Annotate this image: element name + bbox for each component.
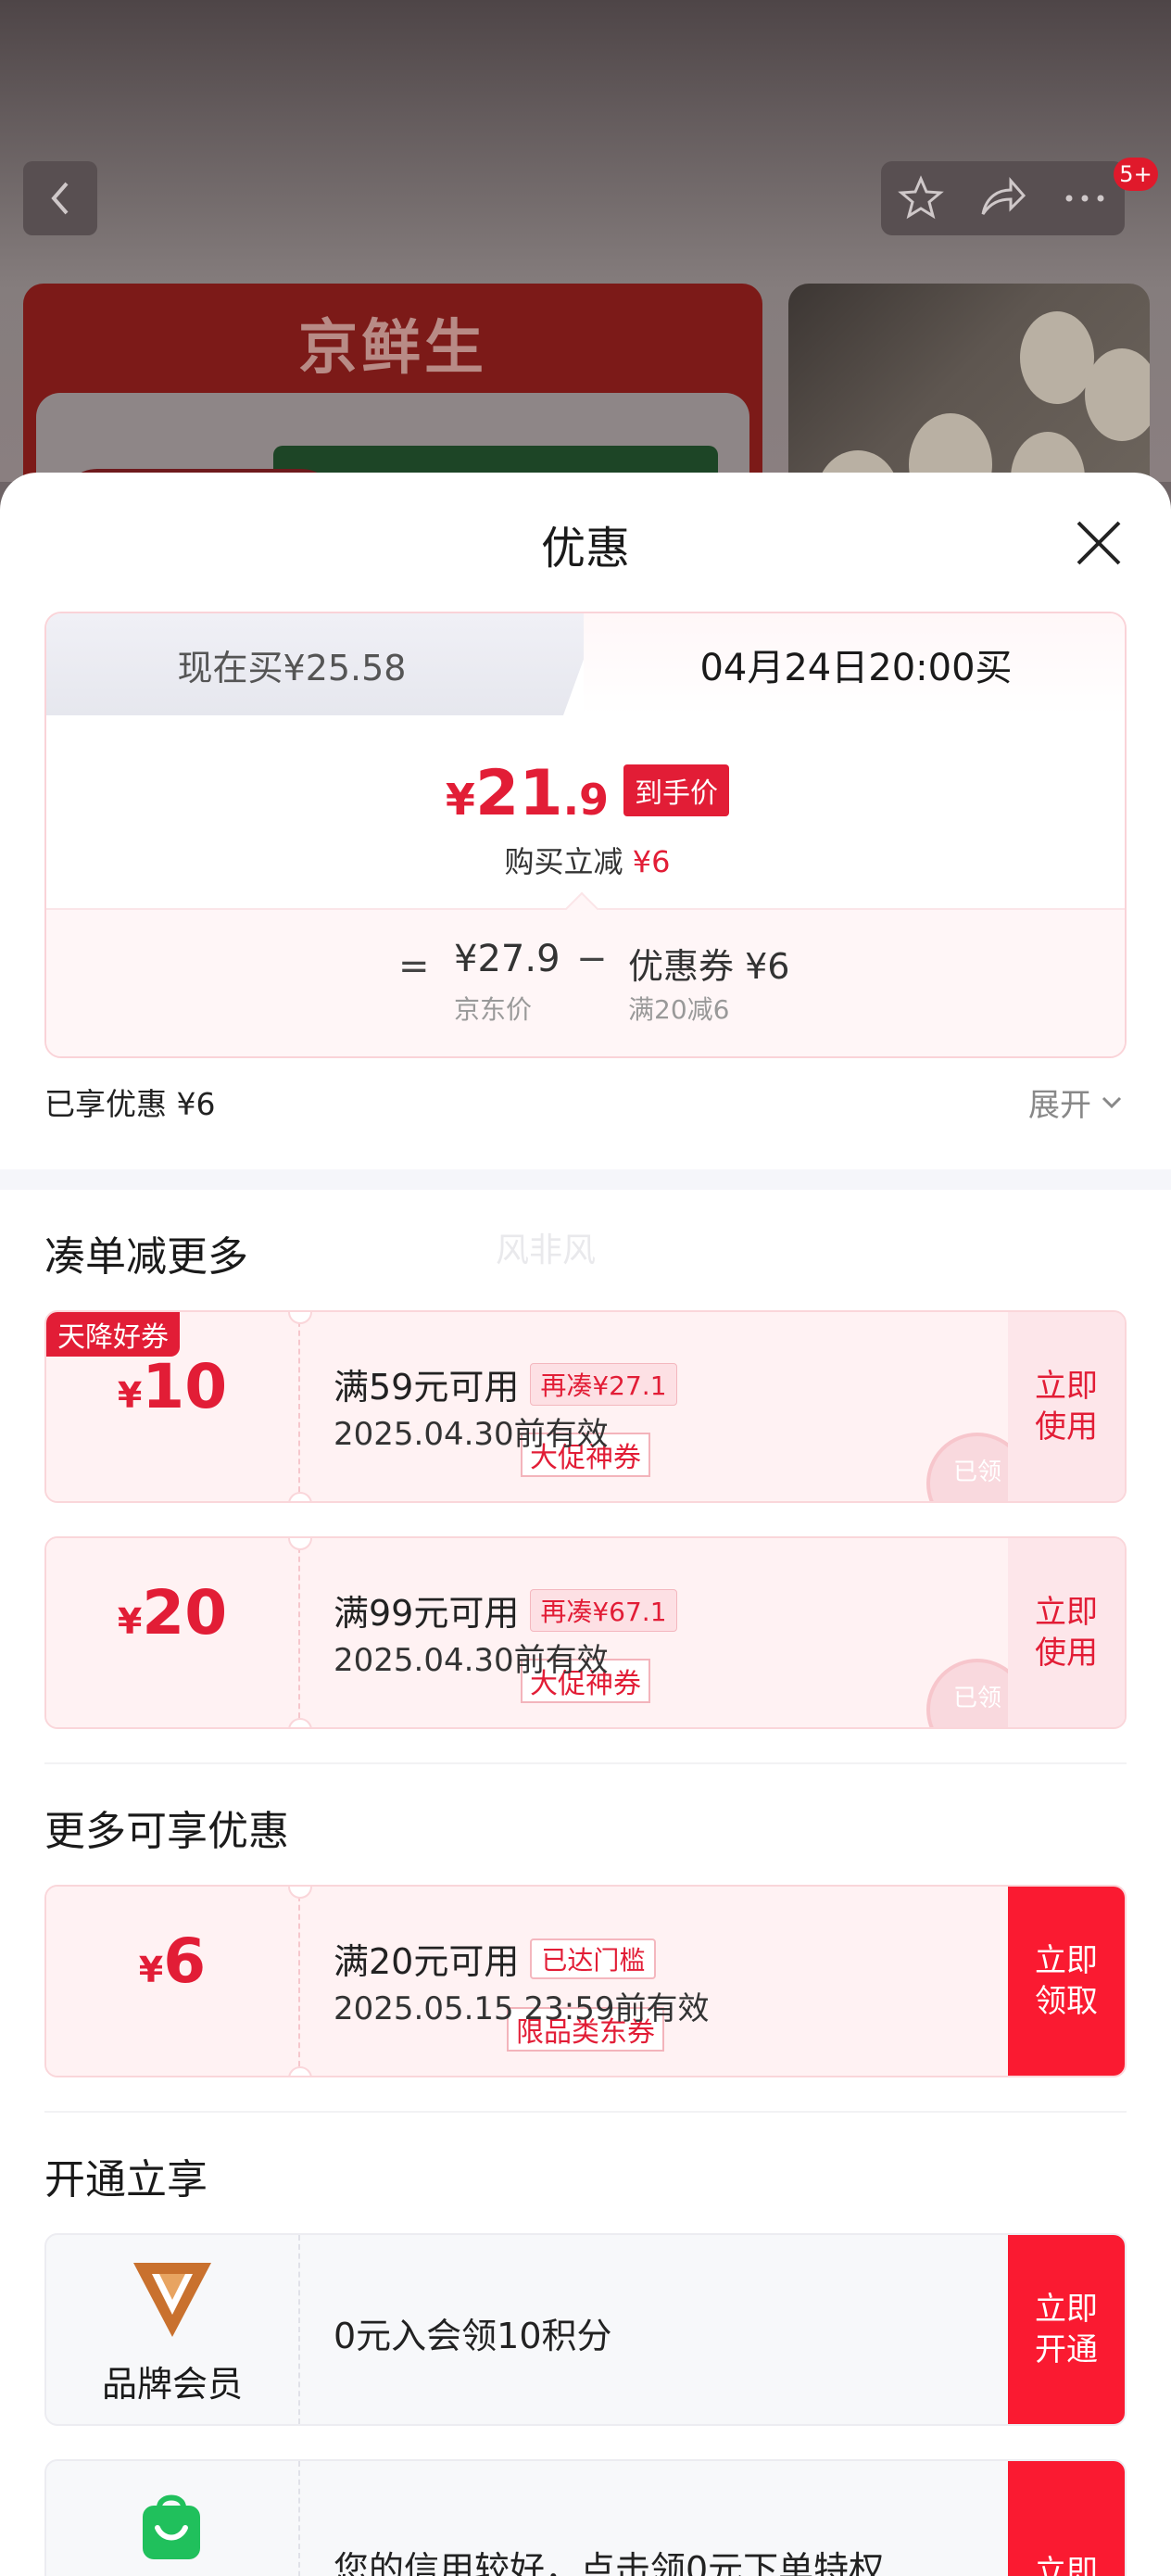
reduce-value: ¥6	[632, 844, 671, 879]
member-card: 品牌会员 0元入会领10积分 立即 开通	[44, 2233, 1127, 2426]
credit-card-offer: 您的信用较好，点击领0元下单特权 立即开通	[44, 2459, 1127, 2576]
coupon-validity: 2025.04.30前有效	[334, 1416, 609, 1453]
chevron-down-icon	[1102, 1096, 1122, 1108]
equals-sign: =	[398, 945, 430, 988]
claim-now-button[interactable]: 立即 领取	[1008, 1887, 1125, 2076]
coupon-pill: 再凑¥27.1	[530, 1362, 677, 1406]
more-icon[interactable]	[1062, 189, 1108, 208]
section-divider	[0, 1169, 1171, 1190]
coupon-pill: 已达门槛	[530, 1938, 657, 1979]
sheet-title: 优惠	[540, 523, 630, 575]
coupon-condition: 满20元可用 已达门槛	[334, 1933, 657, 1984]
egg-shape	[1020, 311, 1094, 404]
button-line: 立即	[1035, 1368, 1098, 1405]
button-line: 领取	[1035, 1983, 1098, 2020]
coupon-amount: ¥20	[46, 1577, 298, 1648]
chevron-left-icon	[51, 182, 69, 215]
reduce-label: 购买立减	[504, 844, 623, 879]
credit-text: 您的信用较好，点击领0元下单特权	[334, 2549, 885, 2576]
coupon-separator	[298, 1312, 300, 1501]
back-button[interactable]	[23, 161, 97, 235]
coupon-separator	[298, 1887, 300, 2076]
coupon-value: 优惠券 ¥6	[628, 946, 790, 987]
button-line: 开通	[1035, 2331, 1098, 2368]
coupon-card: 天降好券 ¥10 大促神券 满59元可用 再凑¥27.1 2025.04.30前…	[44, 1310, 1127, 1503]
use-now-button[interactable]: 立即 使用	[1008, 1538, 1125, 1727]
tab-buy-now[interactable]: 现在买¥25.58	[46, 613, 537, 715]
currency-symbol: ¥	[445, 775, 475, 825]
final-price-tag: 到手价	[623, 764, 730, 816]
base-price-label: 京东价	[454, 994, 533, 1025]
coupon-ribbon: 天降好券	[46, 1312, 180, 1357]
discount-sheet: 优惠 现在买¥25.58 04月24日20:00买 ¥ 21 .9 到手价 购买…	[0, 473, 1171, 2576]
coupon-condition-text: 满99元可用	[334, 1593, 520, 1634]
use-now-button[interactable]: 立即 使用	[1008, 1312, 1125, 1501]
shopping-bag-icon	[143, 2494, 200, 2559]
coupon-label: 满20减6	[628, 994, 730, 1025]
open-member-button[interactable]: 立即 开通	[1008, 2235, 1125, 2424]
member-separator	[298, 2461, 300, 2576]
coupon-card: ¥6 限品类东券 满20元可用 已达门槛 2025.05.15 23:59前有效…	[44, 1885, 1127, 2077]
coupon-amount-value: 20	[142, 1577, 228, 1648]
section-title-open: 开通立享	[44, 2156, 208, 2203]
expand-label: 展开	[1028, 1087, 1091, 1124]
tab-buy-later[interactable]: 04月24日20:00买	[584, 613, 1125, 715]
button-line: 立即	[1035, 2291, 1098, 2328]
reduce-line: 购买立减 ¥6	[46, 839, 1125, 881]
button-line: 立即	[1035, 1594, 1098, 1631]
enjoyed-discount: 已享优惠 ¥6	[44, 1086, 216, 1122]
member-separator	[298, 2235, 300, 2424]
close-icon[interactable]	[1075, 519, 1123, 567]
coupon-currency: ¥	[117, 1601, 143, 1642]
star-icon[interactable]	[898, 175, 944, 221]
button-line: 使用	[1035, 1408, 1098, 1446]
banner-title: 京鲜生	[298, 314, 487, 383]
egg-shape	[1085, 348, 1150, 441]
button-line: 使用	[1035, 1635, 1098, 1672]
price-formula: = ¥27.9 京东价 − 优惠券 ¥6 满20减6	[46, 891, 1125, 1056]
coupon-condition-text: 满59元可用	[334, 1367, 520, 1408]
coupon-amount: ¥10	[46, 1351, 298, 1422]
member-text: 0元入会领10积分	[334, 2316, 612, 2356]
brand-v-icon	[133, 2263, 211, 2337]
open-credit-button[interactable]: 立即开通	[1008, 2461, 1125, 2576]
share-icon[interactable]	[977, 175, 1027, 221]
button-line: 立即	[1035, 2554, 1098, 2576]
divider	[44, 1762, 1127, 1764]
coupon-condition: 满59元可用 再凑¥27.1	[334, 1358, 677, 1409]
price-card: 现在买¥25.58 04月24日20:00买 ¥ 21 .9 到手价 购买立减 …	[44, 612, 1127, 1058]
watermark: 风非风	[496, 1231, 597, 1269]
coupon-condition: 满99元可用 再凑¥67.1	[334, 1585, 677, 1635]
coupon-separator	[298, 1538, 300, 1727]
divider	[44, 2111, 1127, 2113]
coupon-validity: 2025.04.30前有效	[334, 1642, 609, 1679]
formula-notch	[564, 891, 599, 927]
coupon-amount: ¥6	[46, 1926, 298, 1997]
coupon-pill: 再凑¥67.1	[530, 1588, 677, 1632]
section-title-more-benefits: 更多可享优惠	[44, 1808, 289, 1855]
final-price: ¥ 21 .9 到手价	[46, 757, 1125, 830]
section-title-more-reduce: 凑单减更多	[44, 1233, 248, 1281]
member-name: 品牌会员	[101, 2364, 243, 2405]
notification-badge: 5+	[1114, 158, 1158, 191]
price-integer: 21	[474, 757, 563, 830]
button-line: 立即	[1035, 1942, 1098, 1979]
coupon-currency: ¥	[117, 1375, 143, 1416]
price-decimal: .9	[562, 775, 610, 825]
base-price: ¥27.9	[454, 938, 560, 980]
coupon-condition-text: 满20元可用	[334, 1941, 520, 1982]
coupon-amount-value: 10	[142, 1351, 228, 1422]
coupon-amount-value: 6	[163, 1926, 207, 1997]
coupon-currency: ¥	[138, 1950, 164, 1990]
coupon-card: ¥20 大促神券 满99元可用 再凑¥67.1 2025.04.30前有效 已领…	[44, 1536, 1127, 1729]
coupon-validity: 2025.05.15 23:59前有效	[334, 1990, 710, 2027]
toolbar-group	[881, 161, 1125, 235]
minus-sign: −	[576, 938, 608, 980]
expand-toggle[interactable]: 展开	[1028, 1080, 1123, 1125]
